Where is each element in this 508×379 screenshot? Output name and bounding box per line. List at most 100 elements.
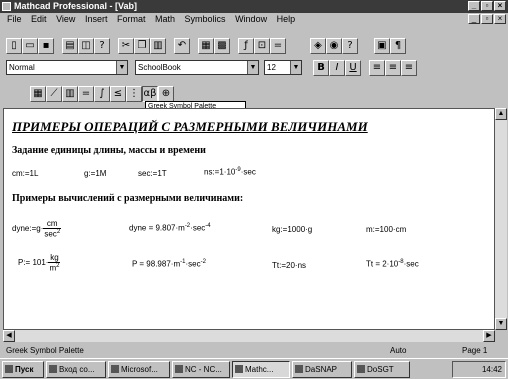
align-center-icon[interactable]: ≡ — [385, 60, 401, 76]
greek-palette-icon[interactable]: αβ — [142, 86, 158, 102]
def-ns[interactable]: ns:=1·10-9·sec — [204, 167, 256, 177]
doc-close-button[interactable]: × — [494, 14, 506, 24]
def-g[interactable]: g:=1M — [84, 169, 106, 178]
style-select[interactable]: Normal ▼ — [6, 60, 128, 75]
task-button-active[interactable]: Mathc... — [232, 361, 290, 378]
context-help-icon[interactable]: ¶ — [390, 38, 406, 54]
minimize-button[interactable]: _ — [468, 1, 480, 11]
insert-matrix-icon[interactable]: ▩ — [214, 38, 230, 54]
scroll-right-icon[interactable]: ▶ — [483, 330, 495, 342]
chevron-down-icon[interactable]: ▼ — [247, 61, 258, 74]
task-button[interactable]: Вход со... — [46, 361, 106, 378]
app-icon — [49, 365, 57, 373]
doc-minimize-button[interactable]: _ — [468, 14, 480, 24]
chevron-down-icon[interactable]: ▼ — [116, 61, 127, 74]
menu-insert[interactable]: Insert — [85, 14, 108, 24]
window-title: Mathcad Professional - [Vab] — [14, 1, 138, 11]
menu-view[interactable]: View — [56, 14, 75, 24]
vertical-scrollbar[interactable]: ▲ ▼ — [495, 108, 507, 330]
def-kg[interactable]: kg:=1000·g — [272, 225, 312, 234]
help-icon[interactable]: ? — [342, 38, 358, 54]
task-button[interactable]: NC - NC... — [172, 361, 230, 378]
component-icon[interactable]: ◉ — [326, 38, 342, 54]
scroll-left-icon[interactable]: ◀ — [3, 330, 15, 342]
print-preview-icon[interactable]: ◫ — [78, 38, 94, 54]
insert-graph-icon[interactable]: ▦ — [198, 38, 214, 54]
app-icon — [295, 365, 303, 373]
task-button[interactable]: DoSGT — [354, 361, 410, 378]
clock: 14:42 — [481, 365, 502, 374]
result-tt[interactable]: Tt = 2·10-8·sec — [366, 259, 419, 269]
copy-icon[interactable]: ❐ — [134, 38, 150, 54]
windows-logo-icon — [5, 365, 13, 373]
boolean-palette-icon[interactable]: ≤ — [110, 86, 126, 102]
def-dyne[interactable]: dyne:=g· cm sec2 — [12, 219, 62, 239]
save-icon[interactable]: ▪ — [38, 38, 54, 54]
def-m[interactable]: m:=100·cm — [366, 225, 406, 234]
bold-button[interactable]: B — [313, 60, 329, 76]
result-dyne[interactable]: dyne = 9.807·m-2·sec-4 — [129, 223, 211, 233]
undo-icon[interactable]: ↶ — [174, 38, 190, 54]
format-toolbar: Normal ▼ SchoolBook ▼ 12 ▼ B I U ≡ ≡ ≡ — [0, 60, 508, 77]
calculate-icon[interactable]: = — [270, 38, 286, 54]
menu-symbolics[interactable]: Symbolics — [185, 14, 226, 24]
align-right-icon[interactable]: ≡ — [401, 60, 417, 76]
insert-function-icon[interactable]: ƒ — [238, 38, 254, 54]
def-cm[interactable]: cm:=1L — [12, 169, 38, 178]
new-icon[interactable]: ▯ — [6, 38, 22, 54]
underline-button[interactable]: U — [345, 60, 361, 76]
section-units-heading: Задание единицы длины, массы и времени — [12, 145, 206, 156]
math-palette-toolbar: ▦ ⟋ ▥ = ∫ ≤ ⋮ αβ ⊕ — [0, 86, 508, 103]
close-button[interactable]: × — [494, 1, 506, 11]
def-sec[interactable]: sec:=1T — [138, 169, 167, 178]
evaluation-palette-icon[interactable]: = — [78, 86, 94, 102]
font-value: SchoolBook — [138, 63, 181, 72]
matrix-palette-icon[interactable]: ▥ — [62, 86, 78, 102]
open-icon[interactable]: ▭ — [22, 38, 38, 54]
doc-restore-button[interactable]: ▫ — [481, 14, 493, 24]
programming-palette-icon[interactable]: ⋮ — [126, 86, 142, 102]
standard-toolbar: ▯ ▭ ▪ ▤ ◫ ? ✂ ❐ ▥ ↶ ▦ ▩ ƒ ⊡ = ◈ ◉ ? ▣ ¶ — [0, 38, 508, 55]
menu-help[interactable]: Help — [277, 14, 296, 24]
menu-window[interactable]: Window — [235, 14, 267, 24]
print-icon[interactable]: ▤ — [62, 38, 78, 54]
paste-icon[interactable]: ▥ — [150, 38, 166, 54]
resource-icon[interactable]: ◈ — [310, 38, 326, 54]
task-button[interactable]: Microsof... — [108, 361, 170, 378]
task-button[interactable]: DaSNAP — [292, 361, 352, 378]
spellcheck-icon[interactable]: ? — [94, 38, 110, 54]
maximize-button[interactable]: ▫ — [481, 1, 493, 11]
scroll-down-icon[interactable]: ▼ — [495, 318, 507, 330]
menu-math[interactable]: Math — [155, 14, 175, 24]
worksheet[interactable]: ПРИМЕРЫ ОПЕРАЦИЙ С РАЗМЕРНЫМИ ВЕЛИЧИНАМИ… — [3, 108, 495, 330]
font-size-select[interactable]: 12 ▼ — [264, 60, 302, 75]
title-bar: Mathcad Professional - [Vab] _ ▫ × — [0, 0, 508, 13]
menu-format[interactable]: Format — [117, 14, 146, 24]
calculator-palette-icon[interactable]: ▦ — [30, 86, 46, 102]
def-tt[interactable]: Tt:=20·ns — [272, 261, 306, 270]
cut-icon[interactable]: ✂ — [118, 38, 134, 54]
chevron-down-icon[interactable]: ▼ — [290, 61, 301, 74]
symbolic-palette-icon[interactable]: ⊕ — [158, 86, 174, 102]
scroll-up-icon[interactable]: ▲ — [495, 108, 507, 120]
menu-file[interactable]: File — [7, 14, 22, 24]
mathcad-window: Mathcad Professional - [Vab] _ ▫ × File … — [0, 0, 508, 379]
horizontal-scrollbar[interactable]: ◀ ▶ — [3, 330, 495, 342]
insert-unit-icon[interactable]: ⊡ — [254, 38, 270, 54]
app-icon — [357, 365, 365, 373]
italic-button[interactable]: I — [329, 60, 345, 76]
mathcad-icon — [235, 365, 243, 373]
align-left-icon[interactable]: ≡ — [369, 60, 385, 76]
menu-bar: File Edit View Insert Format Math Symbol… — [0, 13, 508, 26]
menu-edit[interactable]: Edit — [31, 14, 47, 24]
font-select[interactable]: SchoolBook ▼ — [135, 60, 259, 75]
app-icon[interactable] — [2, 2, 11, 11]
result-p[interactable]: P = 98.987·m-1·sec-2 — [132, 259, 206, 269]
def-p[interactable]: P:= 101· kg m2 — [18, 253, 61, 273]
resource-center-icon[interactable]: ▣ — [374, 38, 390, 54]
nc-icon — [175, 365, 183, 373]
start-button[interactable]: Пуск — [2, 361, 44, 378]
graph-palette-icon[interactable]: ⟋ — [46, 86, 62, 102]
calculus-palette-icon[interactable]: ∫ — [94, 86, 110, 102]
taskbar: Пуск Вход со... Microsof... NC - NC... M… — [0, 358, 508, 379]
